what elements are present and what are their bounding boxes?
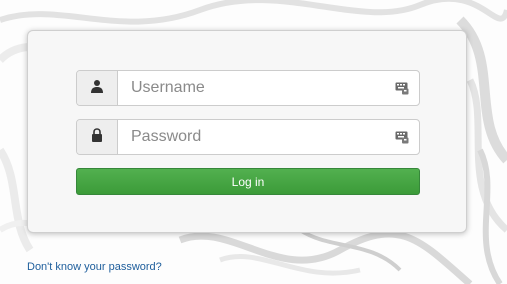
forgot-password-link[interactable]: Don't know your password? (27, 261, 162, 273)
password-addon (77, 120, 118, 154)
password-input[interactable] (118, 120, 389, 154)
lock-icon (90, 127, 104, 147)
login-button-label: Log in (231, 174, 265, 189)
user-icon (90, 79, 104, 98)
username-addon (77, 71, 118, 105)
login-button[interactable]: Log in (76, 168, 420, 195)
login-panel: Log in (27, 30, 467, 233)
keyboard-icon[interactable] (389, 120, 419, 154)
username-field[interactable] (76, 70, 420, 106)
password-field[interactable] (76, 119, 420, 155)
username-input[interactable] (118, 71, 389, 105)
keyboard-icon[interactable] (389, 71, 419, 105)
